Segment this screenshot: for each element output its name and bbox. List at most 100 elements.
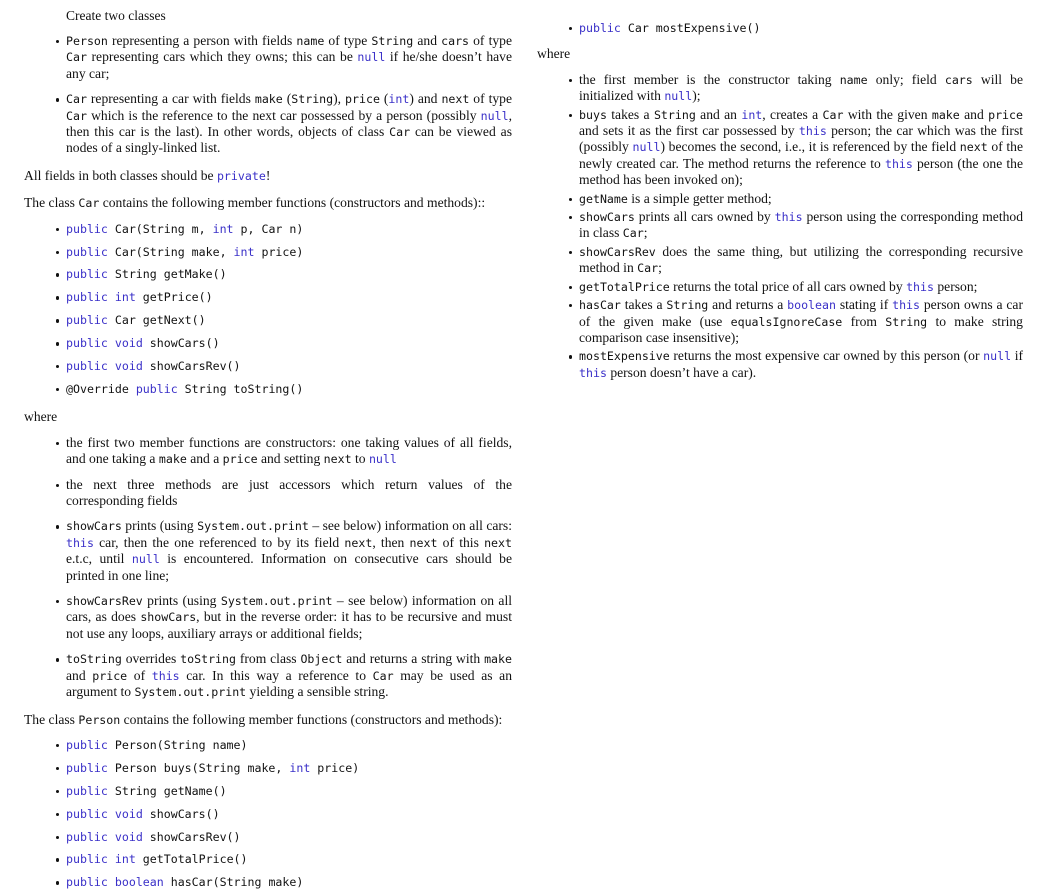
code-token: hasCar (579, 298, 621, 313)
keyword-token: this (906, 279, 934, 294)
keyword-token: public (66, 875, 108, 890)
code-token: showCarsRev (579, 244, 656, 259)
person-showcars: public void showCars() (40, 806, 512, 822)
code-token: Car (389, 125, 411, 140)
person-where-hascar: hasCar takes a String and returns a bool… (553, 297, 1023, 346)
code-token: make (158, 452, 187, 467)
car-where-showcarsrev: showCarsRev prints (using System.out.pri… (40, 593, 512, 642)
keyword-token: int (741, 107, 763, 122)
person-getname: public String getName() (40, 783, 512, 799)
code-token: price (92, 668, 128, 683)
keyword-token: this (884, 156, 913, 171)
code-token: equalsIgnoreCase (730, 314, 843, 329)
keyword-token: null (357, 50, 386, 65)
car-getnext: public Car getNext() (40, 312, 512, 328)
keyword-token: int (289, 760, 311, 775)
code-token: Car (637, 261, 659, 276)
person-ctor: public Person(String name) (40, 737, 512, 753)
code-token: getPrice() (135, 290, 213, 305)
code-token: showCars (66, 519, 122, 534)
keyword-token: void (114, 359, 143, 374)
code-token: String toString() (177, 382, 304, 396)
code-token: Person(String name) (107, 737, 248, 752)
code-token: Object (300, 652, 343, 667)
keyword-token: public (135, 382, 178, 396)
keyword-token: null (131, 552, 160, 567)
person-where-constructor: the first member is the constructor taki… (553, 72, 1023, 105)
keyword-token: int (114, 852, 136, 867)
keyword-token: null (368, 452, 397, 467)
code-token: hasCar(String make) (163, 875, 304, 890)
car-where-list: the first two member functions are const… (24, 435, 512, 701)
code-token: String (291, 92, 334, 107)
keyword-token: this (892, 298, 921, 313)
car-getprice: public int getPrice() (40, 289, 512, 305)
car-signature-list: public Car(String m, int p, Car n) public… (24, 221, 512, 398)
code-token: next (409, 535, 438, 550)
keyword-token: public (66, 336, 108, 351)
right-column: public Car mostExpensive() where the fir… (537, 0, 1023, 381)
keyword-token: null (480, 108, 509, 123)
person-members-intro: The class Person contains the following … (24, 711, 503, 727)
person-hascar: public boolean hasCar(String make) (40, 874, 512, 890)
code-token: buys (579, 107, 607, 122)
keyword-token: null (632, 140, 661, 155)
keyword-token: private (216, 168, 266, 183)
car-showcars: public void showCars() (40, 335, 512, 351)
code-token: price (345, 92, 380, 107)
person-where-gettotalprice: getTotalPrice returns the total price of… (553, 279, 1023, 295)
code-token: toString (66, 652, 122, 667)
code-token: showCars (140, 610, 197, 625)
code-token: getTotalPrice() (135, 852, 248, 867)
code-token: Person (66, 34, 108, 48)
keyword-token: public (66, 829, 108, 844)
keyword-token: int (212, 221, 234, 236)
code-token: cars (441, 34, 470, 48)
code-token: next (344, 535, 373, 550)
code-token: price) (310, 760, 360, 775)
code-token: Car(String make, (107, 244, 234, 259)
person-where-buys: buys takes a String and an int, creates … (553, 107, 1023, 189)
person-where-label: where (537, 46, 571, 62)
code-token: System.out.print (134, 685, 247, 700)
code-token: showCarsRev() (142, 359, 241, 374)
keyword-token: public (66, 267, 108, 282)
code-token: getName (579, 191, 628, 206)
keyword-token: int (233, 244, 255, 259)
keyword-token: public (66, 806, 108, 821)
code-token: Person buys(String make, (107, 760, 290, 775)
keyword-token: this (774, 210, 803, 225)
person-gettotalprice: public int getTotalPrice() (40, 851, 512, 867)
keyword-token: null (983, 349, 1012, 364)
code-token: p, Car n) (233, 221, 304, 236)
code-token: price (988, 107, 1023, 122)
left-column: Create two classes Person representing a… (24, 0, 512, 891)
keyword-token: void (114, 336, 143, 351)
car-where-label: where (24, 409, 58, 425)
code-token: make (254, 92, 283, 107)
code-token: Car(String m, (107, 221, 213, 236)
intro-class-list: Person representing a person with fields… (24, 33, 512, 157)
code-token: next (484, 535, 512, 550)
code-token: String (885, 314, 928, 329)
keyword-token: int (114, 290, 136, 305)
code-token: price (222, 452, 258, 467)
keyword-token: public (66, 852, 108, 867)
car-where-tostring: toString overrides toString from class O… (40, 651, 512, 700)
keyword-token: public (66, 313, 108, 328)
code-token: toString (180, 652, 236, 667)
code-token: cars (944, 72, 973, 87)
car-where-constructors: the first two member functions are const… (40, 435, 512, 468)
person-signature-list: public Person(String name) public Person … (24, 737, 512, 891)
person-where-mostexpensive: mostExpensive returns the most expensive… (553, 348, 1023, 381)
code-token: name (296, 34, 325, 48)
code-token: String (666, 298, 709, 313)
code-token: System.out.print (220, 594, 333, 609)
all-fields-private-note: All fields in both classes should be pri… (24, 167, 271, 183)
keyword-token: public (66, 783, 108, 798)
keyword-token: int (388, 92, 410, 107)
